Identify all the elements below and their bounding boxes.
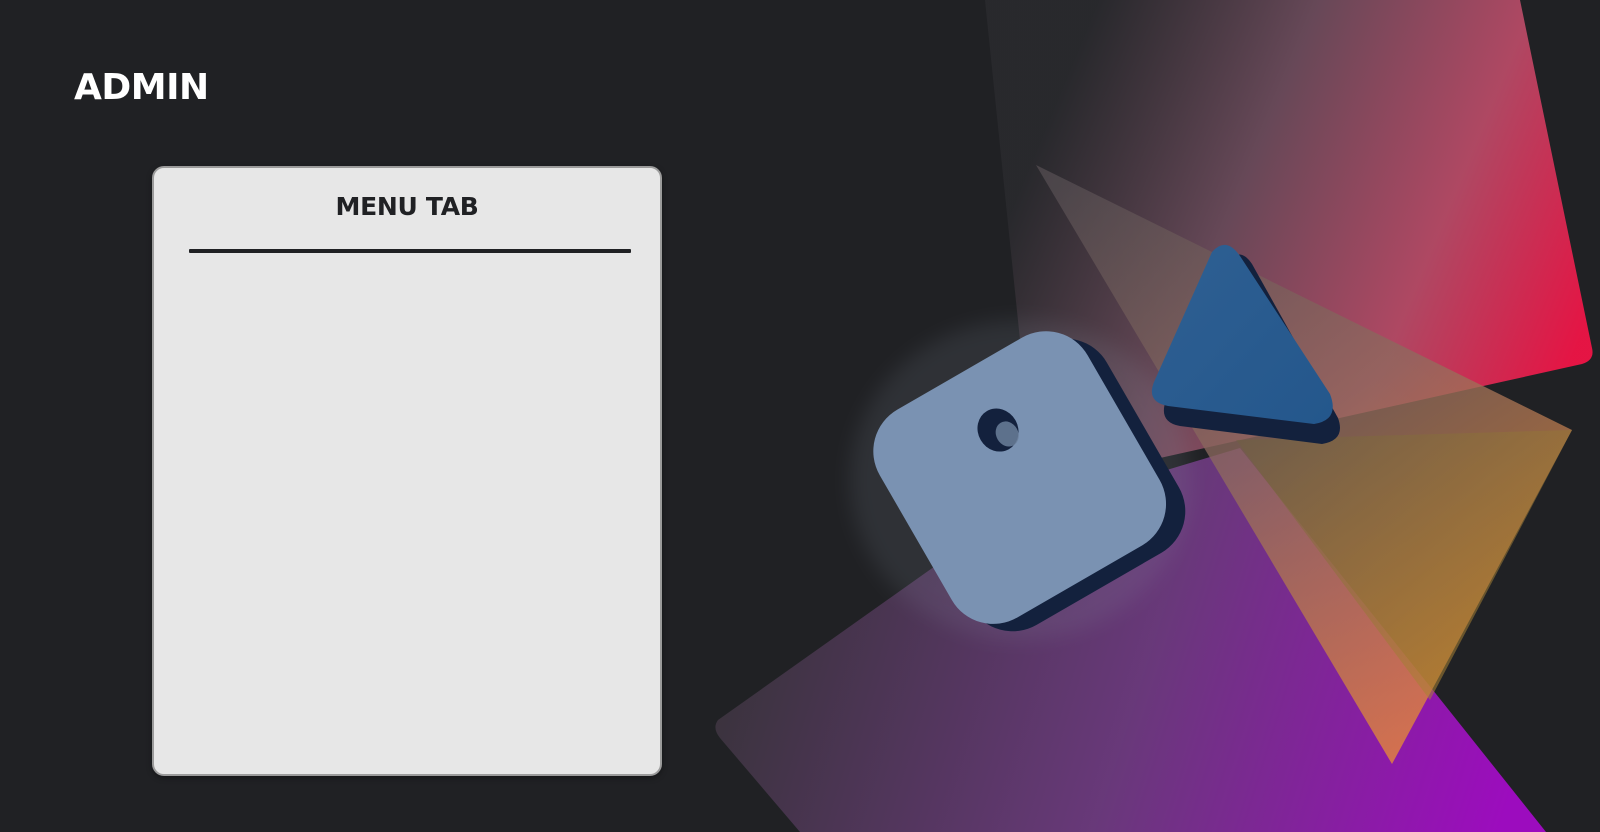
pink-gradient-panel-shape: [985, 0, 1593, 458]
cube-glow-shape: [850, 320, 1190, 640]
menu-panel-body: [174, 268, 640, 754]
app-title: ADMIN: [74, 67, 209, 108]
purple-gradient-panel-shape: [715, 448, 1546, 832]
rounded-cube-shape: [873, 331, 1186, 632]
menu-panel-divider: [189, 249, 631, 253]
menu-panel: MENU TAB: [152, 166, 662, 776]
menu-panel-heading: MENU TAB: [335, 192, 479, 221]
rounded-triangle-shape: [1151, 244, 1340, 444]
gold-overlay-shape: [1236, 430, 1572, 700]
orange-gradient-triangle-shape: [1036, 165, 1572, 764]
admin-page: ADMIN MENU TAB: [0, 0, 1600, 832]
